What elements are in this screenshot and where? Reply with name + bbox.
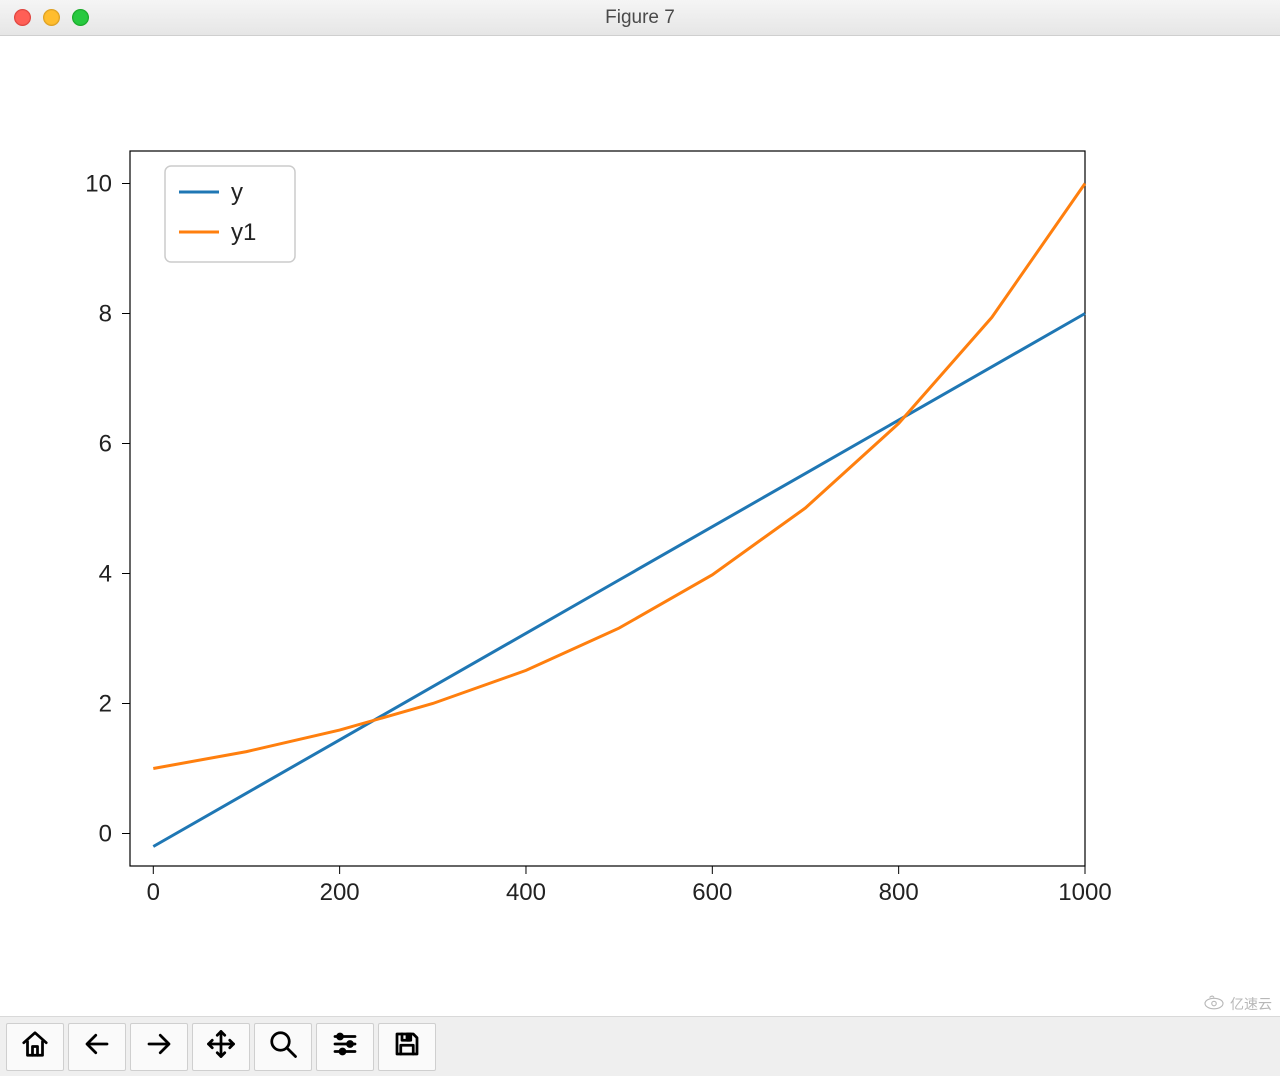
zoom-button[interactable] (254, 1023, 312, 1071)
x-tick-label: 400 (506, 879, 546, 906)
arrow-right-icon (144, 1029, 174, 1064)
watermark-icon (1202, 993, 1226, 1014)
chart: 0 200 400 600 800 1000 0 2 4 6 8 10 y y1 (0, 36, 1280, 1016)
arrow-left-icon (82, 1029, 112, 1064)
minimize-window-button[interactable] (43, 9, 60, 26)
x-tick-label: 200 (320, 879, 360, 906)
y-tick-label: 8 (99, 301, 112, 328)
matplotlib-toolbar (0, 1016, 1280, 1076)
home-icon (20, 1029, 50, 1064)
legend-box (165, 166, 295, 262)
y-tick-label: 4 (99, 561, 112, 588)
close-window-button[interactable] (14, 9, 31, 26)
sliders-icon (330, 1029, 360, 1064)
home-button[interactable] (6, 1023, 64, 1071)
zoom-window-button[interactable] (72, 9, 89, 26)
window-titlebar: Figure 7 (0, 0, 1280, 36)
pan-icon (206, 1029, 236, 1064)
x-tick-label: 800 (879, 879, 919, 906)
zoom-icon (268, 1029, 298, 1064)
x-tick-label: 600 (692, 879, 732, 906)
x-tick-label: 1000 (1058, 879, 1111, 906)
series-line (153, 314, 1085, 847)
x-tick-label: 0 (147, 879, 160, 906)
figure-canvas: 0 200 400 600 800 1000 0 2 4 6 8 10 y y1 (0, 36, 1280, 1016)
configure-button[interactable] (316, 1023, 374, 1071)
watermark-text: 亿速云 (1230, 994, 1272, 1014)
legend-label: y1 (231, 219, 256, 246)
save-icon (392, 1029, 422, 1064)
back-button[interactable] (68, 1023, 126, 1071)
y-tick-label: 0 (99, 821, 112, 848)
y-tick-label: 2 (99, 691, 112, 718)
y-tick-label: 6 (99, 431, 112, 458)
series-line (153, 184, 1085, 769)
legend-label: y (231, 179, 243, 206)
y-tick-label: 10 (85, 171, 112, 198)
watermark: 亿速云 (1202, 993, 1272, 1014)
window-title: Figure 7 (0, 7, 1280, 29)
pan-button[interactable] (192, 1023, 250, 1071)
forward-button[interactable] (130, 1023, 188, 1071)
traffic-lights (14, 9, 89, 26)
save-button[interactable] (378, 1023, 436, 1071)
